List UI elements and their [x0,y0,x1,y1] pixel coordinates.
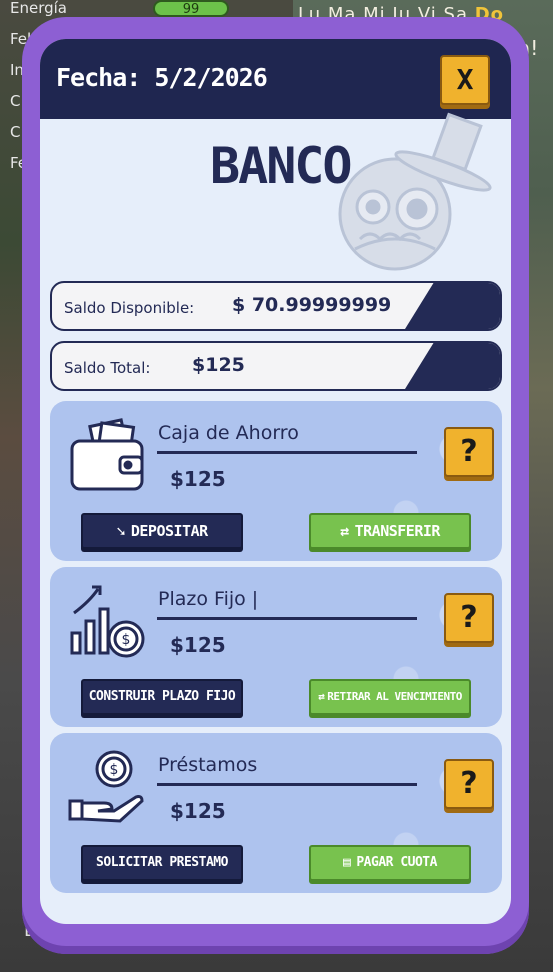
balance-row-decoration [405,283,500,329]
close-button[interactable]: X [440,55,490,105]
total-balance-label: Saldo Total: [64,359,151,377]
transfer-button-label: TRANSFERIR [354,522,441,540]
card-divider [157,783,417,786]
phone-frame: Fecha: 5/2/2026 X BANCO Saldo Disponible… [22,17,529,954]
help-button[interactable]: ? [444,593,494,643]
pay-installment-button[interactable]: ▤ PAGAR CUOTA [309,845,471,881]
transfer-arrows-icon: ⇄ [340,522,349,540]
deposit-button[interactable]: ➘ DEPOSITAR [81,513,243,549]
fixed-term-card: $ Plazo Fijo | $125 ? CONSTRUIR PLAZO FI… [50,567,502,727]
card-title: Plazo Fijo | [158,588,259,610]
card-amount: $125 [170,799,226,823]
available-balance-label: Saldo Disponible: [64,299,195,317]
help-button[interactable]: ? [444,759,494,809]
savings-account-card: Caja de Ahorro $125 ? ➘ DEPOSITAR ⇄ TRANSF… [50,401,502,561]
total-balance-value: $125 [192,354,245,376]
loans-card: $ Préstamos $125 ? SOLICITAR PRESTAMO ▤ P… [50,733,502,893]
transfer-button[interactable]: ⇄ TRANSFERIR [309,513,471,549]
bank-screen: Fecha: 5/2/2026 X BANCO Saldo Disponible… [40,39,511,924]
balance-row-decoration [405,343,500,389]
card-divider [157,617,417,620]
card-title: Préstamos [158,754,258,776]
request-loan-button[interactable]: SOLICITAR PRESTAMO [81,845,243,881]
available-balance-value: $ 70.99999999 [232,294,392,316]
receipt-icon: ▤ [343,855,351,870]
total-balance-row: Saldo Total: $125 [50,341,502,391]
card-divider [157,451,417,454]
growth-chart-coin-icon: $ [70,585,145,658]
withdraw-button-label: RETIRAR AL VENCIMIENTO [327,690,462,703]
deposit-button-label: DEPOSITAR [130,522,208,540]
help-button[interactable]: ? [444,427,494,477]
wallet-icon [70,418,144,491]
hand-coin-icon: $ [68,750,144,823]
deposit-arrow-icon: ➘ [116,522,125,540]
card-amount: $125 [170,633,226,657]
card-title: Caja de Ahorro [158,422,299,444]
transfer-arrows-icon: ⇄ [318,690,325,703]
pay-installment-label: PAGAR CUOTA [356,855,437,870]
header-bar: Fecha: 5/2/2026 X [40,39,511,119]
energy-bar: 99 [153,0,229,17]
withdraw-at-maturity-button[interactable]: ⇄ RETIRAR AL VENCIMIENTO [309,679,471,715]
svg-text:$: $ [122,632,131,648]
date-label: Fecha: 5/2/2026 [56,63,268,92]
card-amount: $125 [170,467,226,491]
available-balance-row: Saldo Disponible: $ 70.99999999 [50,281,502,331]
svg-text:$: $ [110,762,119,778]
create-fixed-term-button[interactable]: CONSTRUIR PLAZO FIJO [81,679,243,715]
banker-mascot-icon [338,112,492,271]
